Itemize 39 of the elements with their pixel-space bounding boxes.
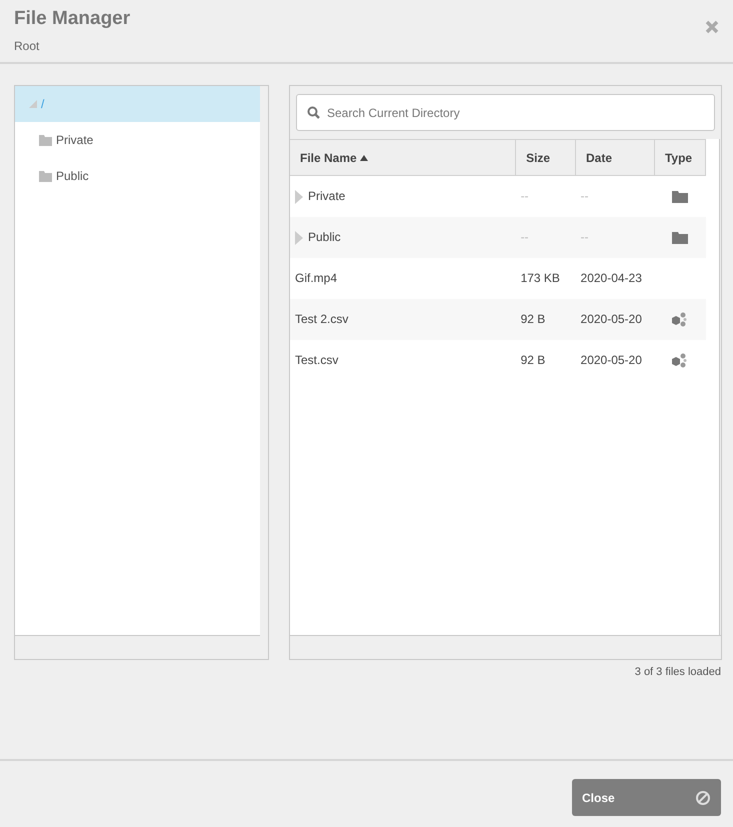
dialog-title: File Manager [14, 7, 130, 31]
folder-icon [672, 191, 688, 204]
folder-icon [39, 134, 52, 146]
search-icon [307, 106, 320, 119]
date-cell: -- [576, 176, 654, 216]
cancel-icon [695, 790, 711, 806]
sort-ascending-icon [360, 155, 368, 162]
size-cell: -- [516, 176, 576, 216]
expanded-triangle-icon [29, 100, 37, 108]
close-icon[interactable] [705, 20, 719, 34]
tree-item[interactable]: Public [15, 158, 260, 194]
expand-triangle-icon [295, 190, 303, 204]
size-cell: -- [516, 216, 576, 258]
cubes-icon [671, 352, 688, 370]
folder-icon [672, 232, 688, 244]
date-cell: 2020-04-23 [576, 258, 654, 298]
date-cell: 2020-05-20 [576, 340, 654, 380]
file-name-cell[interactable]: Private [290, 176, 516, 216]
dialog-subtitle: Root [14, 38, 40, 55]
column-header[interactable]: Size [516, 140, 576, 176]
tree-item[interactable]: Private [15, 122, 260, 158]
search-field[interactable]: Search Current Directory [296, 94, 715, 131]
size-cell: 173 KB [516, 258, 576, 298]
column-header[interactable]: Type [654, 140, 706, 176]
date-cell: 2020-05-20 [576, 298, 654, 340]
file-name-cell[interactable]: Test.csv [290, 340, 516, 380]
folder-icon [39, 170, 52, 182]
file-name-cell[interactable]: Test 2.csv [290, 298, 516, 340]
close-button[interactable]: Close [572, 779, 721, 816]
file-name-cell[interactable]: Public [290, 216, 516, 258]
date-cell: -- [576, 216, 654, 258]
size-cell: 92 B [516, 340, 576, 380]
status-text: 3 of 3 files loaded [634, 665, 722, 680]
file-name-cell[interactable]: Gif.mp4 [290, 258, 516, 298]
expand-triangle-icon [295, 230, 303, 245]
column-header[interactable]: File Name [290, 140, 516, 176]
size-cell: 92 B [516, 298, 576, 340]
column-header[interactable]: Date [576, 140, 654, 176]
cubes-icon [671, 311, 688, 328]
